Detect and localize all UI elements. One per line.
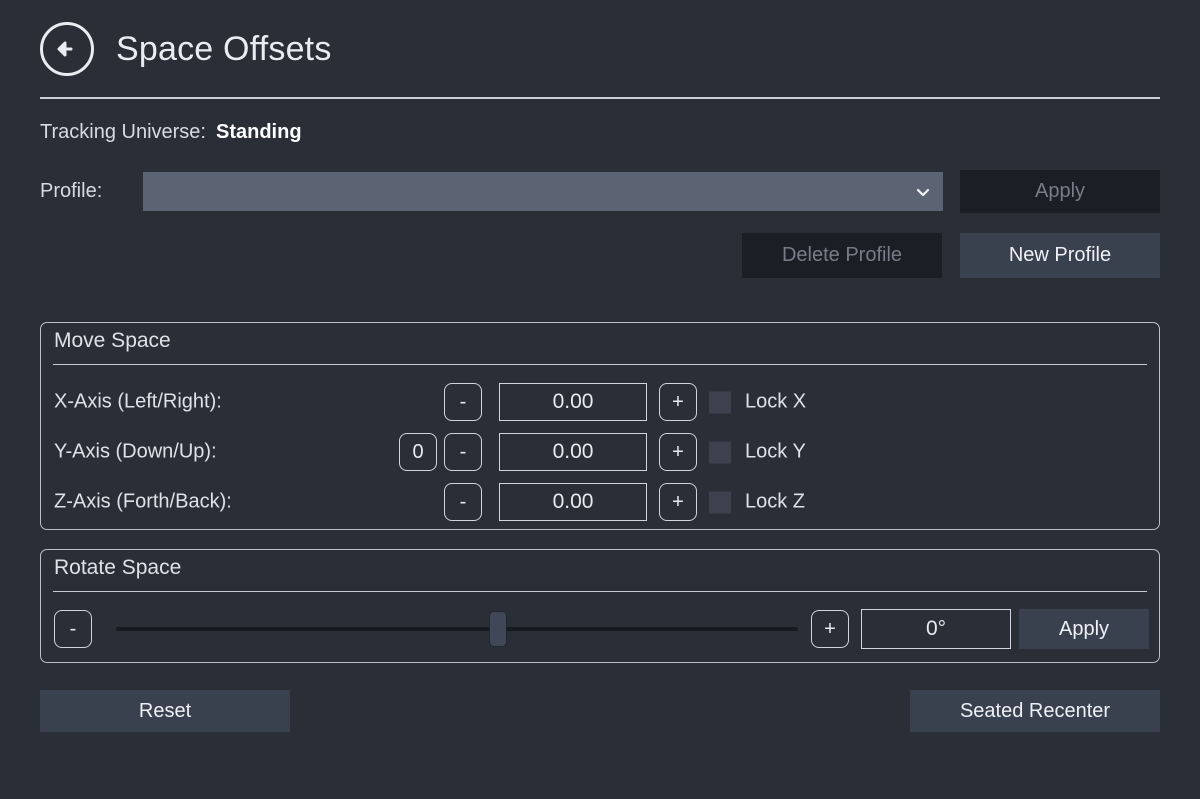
tracking-universe-row: Tracking Universe: Standing [40,121,302,144]
rotate-slider-track [116,627,798,631]
x-increment-button[interactable]: + [659,383,697,421]
profile-row: Profile: [40,172,943,211]
lock-y-checkbox-box [709,441,731,463]
axis-label-y: Y-Axis (Down/Up): [54,440,217,463]
y-decrement-button[interactable]: - [444,433,482,471]
rotate-slider[interactable] [116,610,798,648]
rotate-slider-handle[interactable] [488,611,507,647]
reset-button[interactable]: Reset [40,690,290,732]
rotate-increment-button[interactable]: + [811,610,849,648]
y-value-input[interactable]: 0.00 [499,433,647,471]
header-divider [40,97,1160,99]
delete-profile-button[interactable]: Delete Profile [742,233,942,278]
rotate-space-title-divider [53,591,1147,592]
y-increment-button[interactable]: + [659,433,697,471]
y-zero-button[interactable]: 0 [399,433,437,471]
rotate-apply-button[interactable]: Apply [1019,609,1149,649]
lock-x-label: Lock X [745,390,807,413]
rotate-controls-row: - + 0° Apply [54,605,1149,653]
lock-z-checkbox-box [709,491,731,513]
page-header: Space Offsets [40,22,332,76]
lock-x-checkbox[interactable]: Lock X [709,391,806,414]
rotate-decrement-button[interactable]: - [54,610,92,648]
z-value-input[interactable]: 0.00 [499,483,647,521]
axis-row-x: X-Axis (Left/Right): - 0.00 + Lock X [54,382,1148,422]
rotate-space-title: Rotate Space [54,556,182,579]
rotate-degrees-input[interactable]: 0° [861,609,1011,649]
axis-row-z: Z-Axis (Forth/Back): - 0.00 + Lock Z [54,482,1148,522]
apply-profile-button[interactable]: Apply [960,170,1160,213]
move-space-title-divider [53,364,1147,365]
move-space-group: Move Space X-Axis (Left/Right): - 0.00 +… [40,322,1160,530]
seated-recenter-button[interactable]: Seated Recenter [910,690,1160,732]
lock-y-label: Lock Y [745,440,806,463]
x-decrement-button[interactable]: - [444,383,482,421]
axis-row-y: Y-Axis (Down/Up): 0 - 0.00 + Lock Y [54,432,1148,472]
move-space-title: Move Space [54,329,171,352]
page-title: Space Offsets [116,30,332,68]
profile-select[interactable] [143,172,943,211]
profile-label: Profile: [40,180,103,202]
x-value-input[interactable]: 0.00 [499,383,647,421]
new-profile-button[interactable]: New Profile [960,233,1160,278]
lock-z-checkbox[interactable]: Lock Z [709,491,805,514]
z-decrement-button[interactable]: - [444,483,482,521]
axis-label-z: Z-Axis (Forth/Back): [54,490,232,513]
chevron-down-icon [915,184,931,200]
rotate-space-group: Rotate Space - + 0° Apply [40,549,1160,663]
lock-z-label: Lock Z [745,490,806,513]
lock-y-checkbox[interactable]: Lock Y [709,441,806,464]
tracking-universe-value: Standing [215,121,302,143]
tracking-universe-label: Tracking Universe: [40,121,206,143]
lock-x-checkbox-box [709,391,731,413]
axis-label-x: X-Axis (Left/Right): [54,390,222,413]
back-arrow-circle-icon[interactable] [40,22,94,76]
z-increment-button[interactable]: + [659,483,697,521]
